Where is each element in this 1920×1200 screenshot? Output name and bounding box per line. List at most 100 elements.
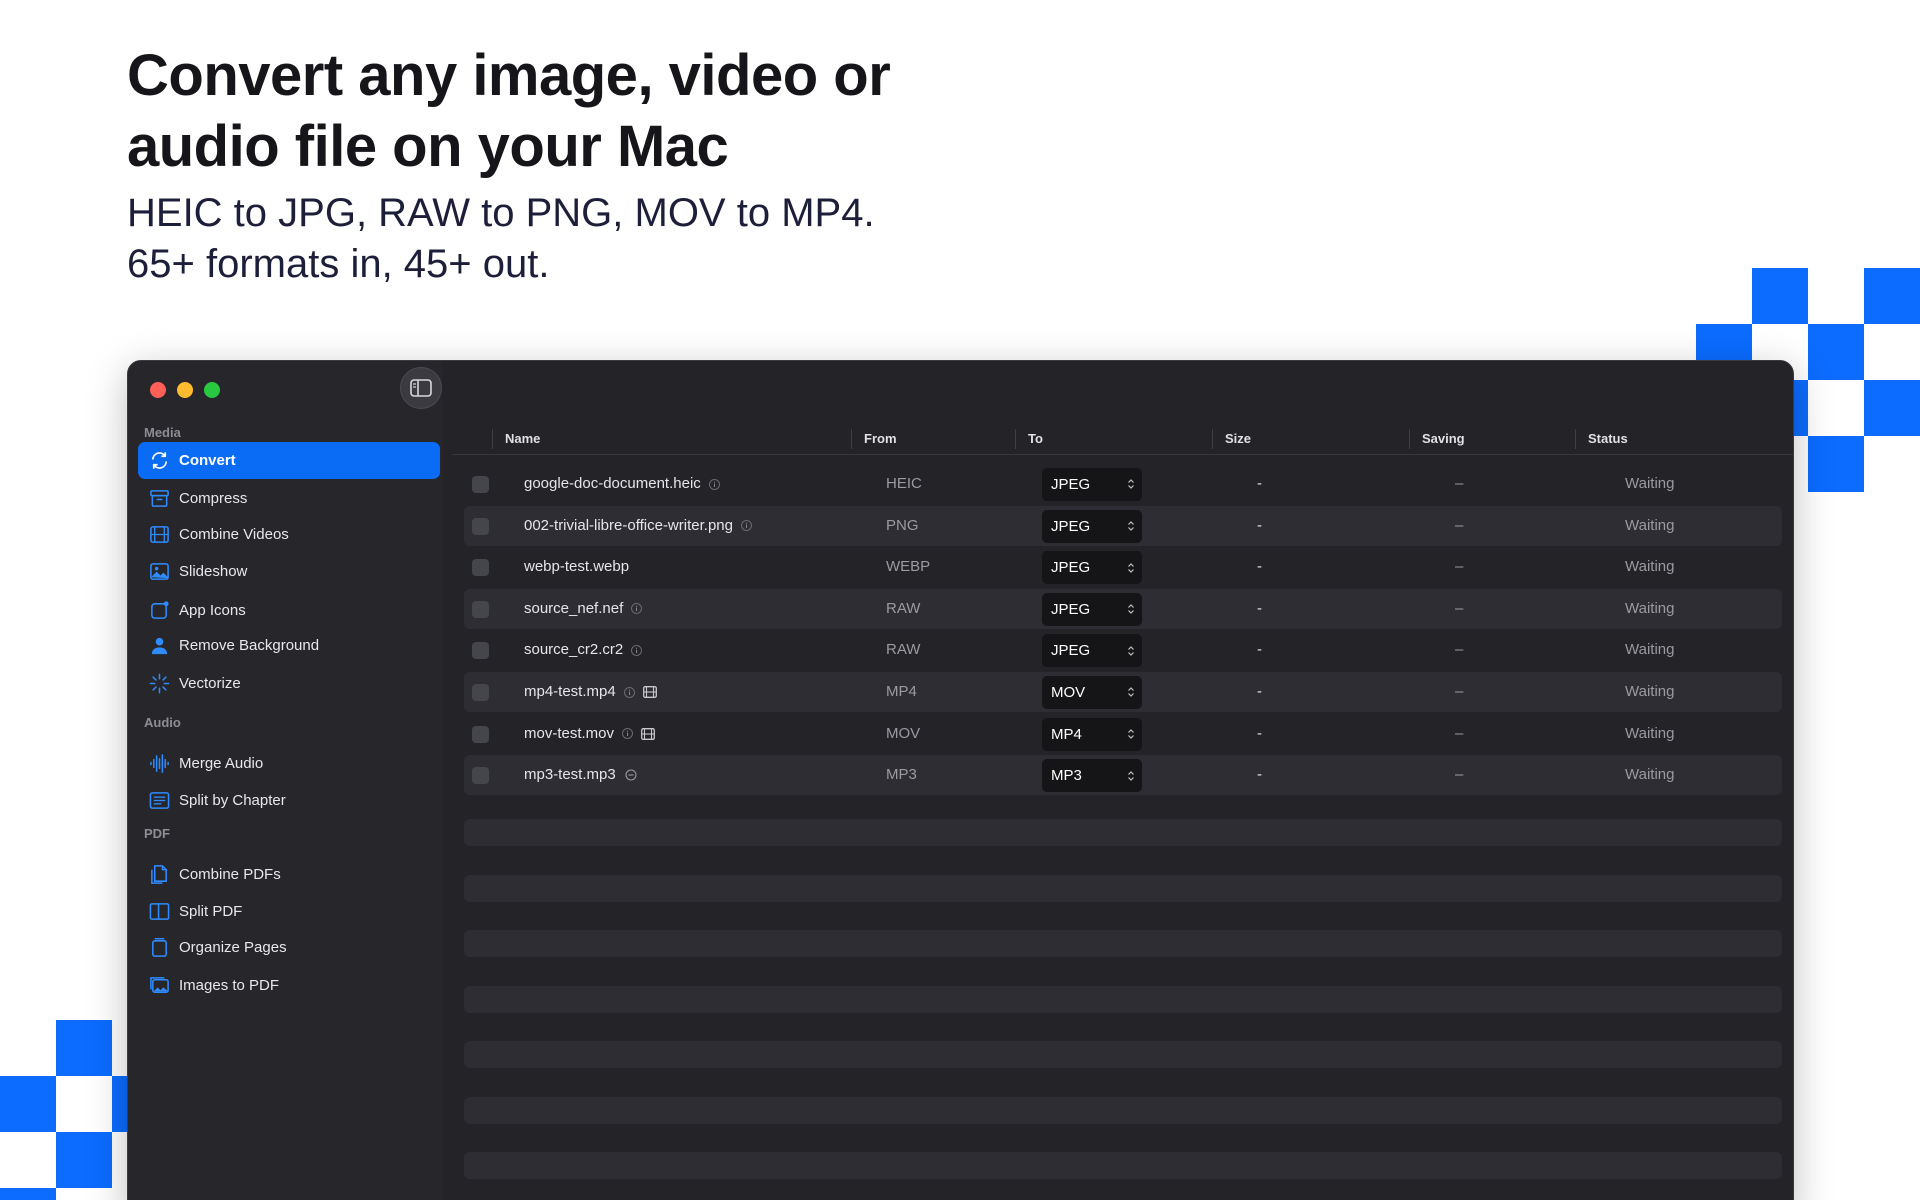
sidebar-item-label: Slideshow: [179, 563, 248, 580]
chevron-updown-icon: [1127, 551, 1135, 584]
output-format-select[interactable]: JPEG: [1042, 592, 1142, 626]
output-format-select[interactable]: JPEG: [1042, 509, 1142, 543]
row-checkbox[interactable]: [472, 684, 489, 701]
size-value: -: [1257, 475, 1262, 492]
row-checkbox[interactable]: [472, 476, 489, 493]
photo-icon: [148, 561, 170, 583]
file-name: source_cr2.cr2: [524, 641, 624, 659]
saving-value: –: [1455, 766, 1464, 784]
file-name: mp3-test.mp3: [524, 766, 616, 784]
close-window-button[interactable]: [150, 382, 166, 398]
status-text: Waiting: [1625, 766, 1675, 784]
output-format-value: JPEG: [1051, 559, 1091, 577]
sidebar-item-label: Organize Pages: [179, 939, 287, 956]
film-icon[interactable]: [642, 686, 657, 698]
row-checkbox[interactable]: [472, 559, 489, 577]
column-header-saving[interactable]: Saving: [1409, 429, 1465, 449]
file-name: google-doc-document.heic: [524, 475, 701, 492]
file-name: mov-test.mov: [524, 724, 615, 742]
status-text: Waiting: [1625, 683, 1675, 700]
sidebar-section-media: Media: [144, 425, 181, 440]
sidebar-item-vectorize[interactable]: Vectorize: [138, 665, 440, 702]
chevron-updown-icon: [1127, 676, 1135, 709]
size-value: -: [1257, 641, 1262, 659]
chevron-updown-icon: [1127, 718, 1135, 751]
table-row[interactable]: source_cr2.cr2 RAW JPEG - – Waiting: [464, 630, 1782, 670]
sidebar-item-remove-background[interactable]: Remove Background: [138, 627, 440, 664]
info-icon[interactable]: [740, 520, 752, 532]
sidebar-item-combine-videos[interactable]: Combine Videos: [138, 516, 440, 553]
table-row[interactable]: mp3-test.mp3 MP3 MP3 - – Waiting: [464, 755, 1782, 796]
list-icon: [148, 790, 170, 812]
saving-value: –: [1455, 475, 1464, 492]
output-format-value: JPEG: [1051, 476, 1091, 493]
sparkle-icon: [148, 673, 170, 695]
sidebar-item-split-by-chapter[interactable]: Split by Chapter: [138, 782, 440, 819]
photos-icon: [148, 975, 170, 997]
sidebar-toggle-button[interactable]: [400, 367, 442, 409]
sidebar-item-label: Vectorize: [179, 675, 241, 692]
size-value: -: [1257, 516, 1262, 534]
output-format-select[interactable]: MOV: [1042, 676, 1142, 709]
info-icon[interactable]: [631, 603, 643, 615]
column-header-from[interactable]: From: [851, 429, 897, 449]
split-page-icon: [148, 901, 170, 923]
sidebar-item-organize-pages[interactable]: Organize Pages: [138, 929, 440, 966]
sidebar-item-slideshow[interactable]: Slideshow: [138, 553, 440, 590]
output-format-select[interactable]: MP3: [1042, 759, 1142, 793]
row-checkbox[interactable]: [472, 600, 489, 618]
output-format-select[interactable]: JPEG: [1042, 634, 1142, 668]
sidebar-item-combine-pdfs[interactable]: Combine PDFs: [138, 856, 440, 893]
column-header-status[interactable]: Status: [1575, 429, 1628, 449]
output-format-select[interactable]: JPEG: [1042, 551, 1142, 585]
empty-row: [464, 1041, 1782, 1068]
row-checkbox[interactable]: [472, 517, 489, 535]
info-icon[interactable]: [708, 478, 720, 490]
chevron-updown-icon: [1127, 468, 1135, 501]
headline-line-1: Convert any image, video or: [127, 43, 891, 108]
chevron-updown-icon: [1127, 759, 1135, 792]
column-header-name[interactable]: Name: [492, 429, 540, 449]
status-text: Waiting: [1625, 724, 1675, 742]
file-name: webp-test.webp: [524, 558, 630, 576]
row-checkbox[interactable]: [472, 642, 489, 660]
output-format-select[interactable]: JPEG: [1042, 468, 1142, 501]
empty-row: [464, 930, 1782, 957]
table-row[interactable]: 002-trivial-libre-office-writer.png PNG JP…: [464, 505, 1782, 546]
file-name-cell: source_nef.nef: [524, 589, 643, 629]
sidebar-item-label: Split by Chapter: [179, 792, 286, 809]
minimize-window-button[interactable]: [177, 382, 193, 398]
table-row[interactable]: mov-test.mov MOV MP4 - – Waiting: [464, 714, 1782, 754]
column-header-size[interactable]: Size: [1212, 429, 1251, 449]
saving-value: –: [1455, 641, 1464, 659]
table-row[interactable]: google-doc-document.heic HEIC JPEG - – Waitin…: [464, 464, 1782, 504]
sidebar-item-convert[interactable]: Convert: [138, 442, 440, 479]
sidebar-item-compress[interactable]: Compress: [138, 480, 440, 517]
info-icon[interactable]: [623, 686, 635, 698]
file-name-cell: source_cr2.cr2: [524, 630, 643, 670]
table-row[interactable]: webp-test.webp WEBP JPEG - – Waiting: [464, 547, 1782, 587]
sidebar-item-app-icons[interactable]: App Icons: [138, 592, 440, 629]
sidebar-item-merge-audio[interactable]: Merge Audio: [138, 745, 440, 782]
waveform-icon: [148, 753, 170, 775]
output-format-select[interactable]: MP4: [1042, 717, 1142, 751]
size-value: -: [1257, 766, 1262, 784]
headline-line-2: audio file on your Mac: [127, 114, 729, 179]
empty-row: [464, 985, 1782, 1013]
minus-circle-icon[interactable]: [624, 769, 638, 781]
sidebar-item-label: Remove Background: [179, 637, 320, 654]
sidebar-item-split-pdf[interactable]: Split PDF: [138, 893, 440, 930]
output-format-value: JPEG: [1051, 600, 1091, 618]
row-checkbox[interactable]: [472, 767, 489, 785]
info-icon[interactable]: [631, 644, 643, 656]
sidebar-item-images-to-pdf[interactable]: Images to PDF: [138, 967, 440, 1004]
table-row[interactable]: source_nef.nef RAW JPEG - – Waiting: [464, 588, 1782, 629]
film-icon[interactable]: [641, 727, 655, 740]
info-icon[interactable]: [622, 728, 634, 740]
sidebar-icon: [410, 379, 432, 397]
saving-value: –: [1455, 683, 1464, 700]
column-header-to[interactable]: To: [1015, 429, 1043, 449]
zoom-window-button[interactable]: [204, 382, 220, 398]
row-checkbox[interactable]: [472, 725, 489, 743]
table-row[interactable]: mp4-test.mp4 MP4 MOV - – Waiting: [464, 672, 1782, 712]
